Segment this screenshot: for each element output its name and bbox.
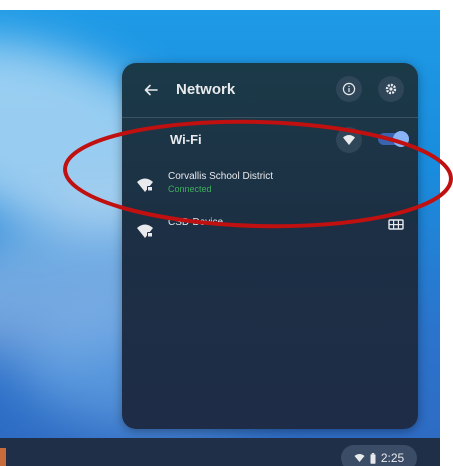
grid-icon (388, 219, 404, 230)
network-name: CSD-Device (168, 217, 224, 228)
panel-header: Network (122, 63, 418, 117)
back-arrow-icon (144, 84, 158, 96)
info-button[interactable] (336, 76, 362, 102)
network-item-csd-device[interactable]: CSD-Device (122, 213, 418, 247)
network-name: Corvallis School District (168, 171, 274, 182)
status-tray[interactable]: 2:25 (341, 445, 417, 466)
network-panel: Network Wi-Fi Corvallis School District … (122, 63, 418, 429)
header-divider (122, 117, 418, 118)
network-status: Connected (168, 184, 212, 194)
wifi-toggle[interactable] (378, 131, 409, 147)
desktop-wallpaper: Network Wi-Fi Corvallis School District … (0, 10, 440, 466)
add-wifi-icon (343, 135, 356, 145)
wifi-row: Wi-Fi (122, 125, 418, 155)
battery-icon (370, 452, 376, 464)
shelf-app-edge (0, 448, 6, 466)
wifi-lock-icon (137, 178, 153, 192)
panel-title: Network (176, 81, 236, 98)
settings-button[interactable] (378, 76, 404, 102)
network-item-corvallis[interactable]: Corvallis School District Connected (122, 167, 418, 201)
clock-time: 2:25 (380, 451, 405, 465)
shelf: 2:25 (0, 438, 440, 466)
wifi-label: Wi-Fi (170, 132, 202, 147)
wifi-lock-icon (137, 224, 153, 238)
info-icon (342, 82, 356, 96)
gear-icon (385, 83, 397, 95)
add-network-button[interactable] (336, 127, 362, 153)
wifi-toggle-knob (393, 131, 409, 147)
wifi-icon (354, 454, 365, 462)
back-button[interactable] (140, 79, 162, 101)
